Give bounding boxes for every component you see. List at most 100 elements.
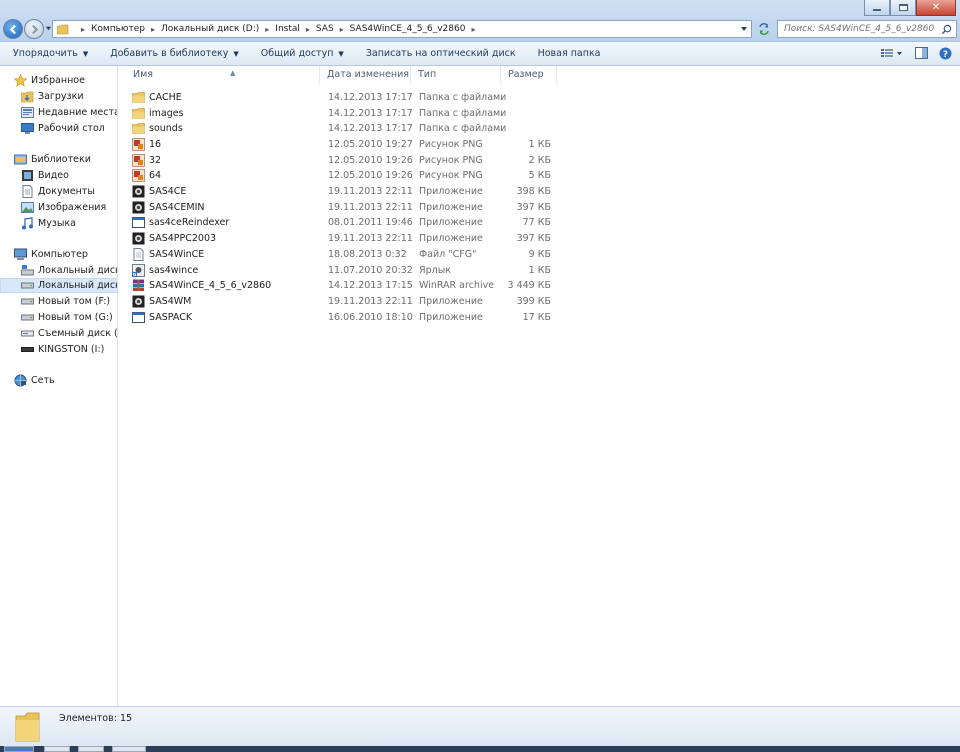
file-date: 18.08.2013 0:32 [328,248,407,260]
file-date: 12.05.2010 19:26 [328,154,413,166]
sidebar-item-drive-c[interactable]: Локальный диск (C [21,263,117,278]
help-icon: ? [939,47,951,60]
view-list-icon [881,49,902,57]
file-type: Рисунок PNG [419,170,483,182]
refresh-button[interactable] [755,20,773,38]
sidebar-item-drive-h[interactable]: Съемный диск (H:) [21,326,117,341]
sidebar-item-drive-i[interactable]: KINGSTON (I:) [21,342,104,357]
search-box[interactable] [777,20,957,38]
application-icon [132,232,145,245]
file-date: 19.11.2013 22:11 [328,233,413,245]
sidebar-item-drive-f[interactable]: Новый том (F:) [21,294,110,309]
file-name: SASPACK [149,311,193,323]
folder-icon [132,122,145,135]
burn-button[interactable]: Записать на оптический диск [353,42,525,66]
file-name-cell: CACHE [126,91,320,104]
details-pane: Элементов: 15 [0,706,960,746]
file-row[interactable]: 32 12.05.2010 19:26 Рисунок PNG 2 КБ [126,152,686,168]
file-size: 1 КБ [528,138,551,150]
share-menu[interactable]: Общий доступ ▼ [248,42,353,66]
breadcrumb-sas[interactable]: SAS [316,24,334,34]
sidebar-item-desktop[interactable]: Рабочий стол [21,121,105,136]
file-row[interactable]: SAS4WinCE_4_5_6_v2860 14.12.2013 17:15 W… [126,278,686,294]
new-folder-button[interactable]: Новая папка [525,42,610,66]
sidebar-computer[interactable]: Компьютер [14,247,88,262]
file-name: images [149,107,184,119]
file-row[interactable]: 16 12.05.2010 19:27 Рисунок PNG 1 КБ [126,137,686,153]
add-to-library-menu[interactable]: Добавить в библиотеку ▼ [97,42,248,66]
sidebar-item-documents[interactable]: Документы [21,184,95,199]
burn-label: Записать на оптический диск [365,48,516,59]
taskbar-button[interactable] [78,746,104,752]
taskbar-button[interactable] [44,746,70,752]
sidebar-item-music[interactable]: Музыка [21,216,76,231]
sidebar-label: Загрузки [38,91,84,102]
file-row[interactable]: images 14.12.2013 17:17 Папка с файлами [126,105,686,121]
sidebar-label: Библиотеки [31,154,91,165]
sidebar-item-recent-places[interactable]: Недавние места [21,105,117,120]
file-row[interactable]: 64 12.05.2010 19:26 Рисунок PNG 5 КБ [126,168,686,184]
breadcrumb-separator: ▸ [471,24,476,34]
sidebar-item-downloads[interactable]: Загрузки [21,89,84,104]
history-dropdown-icon[interactable] [45,25,52,32]
breadcrumb-instal[interactable]: Instal [275,24,300,34]
help-button[interactable]: ? [938,46,952,60]
file-row[interactable]: SAS4WM 19.11.2013 22:11 Приложение 399 К… [126,294,686,310]
file-size: 5 КБ [528,170,551,182]
column-type-label: Тип [418,69,437,80]
taskbar-button[interactable] [112,746,146,752]
file-row[interactable]: CACHE 14.12.2013 17:17 Папка с файлами [126,90,686,106]
breadcrumb-computer[interactable]: Компьютер [91,24,145,34]
close-icon: ✕ [931,1,941,13]
preview-pane-button[interactable] [914,46,928,60]
search-icon[interactable] [941,24,952,35]
downloads-folder-icon [21,90,34,103]
sidebar-item-video[interactable]: Видео [21,168,69,183]
back-button[interactable] [3,19,23,39]
file-row[interactable]: sas4ceReindexer 08.01.2011 19:46 Приложе… [126,215,686,231]
sidebar-libraries[interactable]: Библиотеки [14,152,91,167]
close-button[interactable]: ✕ [916,0,956,16]
breadcrumb-drive-d[interactable]: Локальный диск (D:) [161,24,259,34]
sidebar-item-drive-g[interactable]: Новый том (G:) [21,310,113,325]
address-dropdown-icon[interactable] [740,25,748,33]
file-row[interactable]: SAS4WinCE 18.08.2013 0:32 Файл "CFG" 9 К… [126,247,686,263]
sidebar-item-pictures[interactable]: Изображения [21,200,106,215]
view-options-button[interactable] [880,46,904,60]
breadcrumb-current-folder[interactable]: SAS4WinCE_4_5_6_v2860 [350,24,466,34]
refresh-icon [759,23,769,35]
file-date: 14.12.2013 17:17 [328,91,413,103]
file-row[interactable]: SAS4CEMIN 19.11.2013 22:11 Приложение 39… [126,199,686,215]
sidebar-favorites[interactable]: Избранное [14,73,85,88]
sidebar-label: Сеть [31,375,55,386]
music-library-icon [21,217,34,230]
search-input[interactable] [784,24,934,34]
file-row[interactable]: SAS4PPC2003 19.11.2013 22:11 Приложение … [126,231,686,247]
column-name[interactable]: Имя ▲ [126,66,320,84]
start-button[interactable] [4,746,34,752]
folder-icon [57,24,69,34]
file-row[interactable]: sounds 14.12.2013 17:17 Папка с файлами [126,121,686,137]
application-icon [132,295,145,308]
png-image-icon [132,138,145,151]
column-size[interactable]: Размер [501,66,557,84]
sidebar-item-drive-d[interactable]: Локальный диск (D [0,278,117,293]
file-row[interactable]: SASPACK 16.06.2010 18:10 Приложение 17 К… [126,309,686,325]
maximize-button[interactable] [890,0,916,16]
organize-menu[interactable]: Упорядочить ▼ [0,42,97,66]
column-name-label: Имя [133,69,153,80]
folder-icon [15,712,40,742]
file-row[interactable]: sas4wince 11.07.2010 20:32 Ярлык 1 КБ [126,262,686,278]
column-type[interactable]: Тип [411,66,501,84]
pictures-library-icon [21,201,34,214]
address-bar[interactable]: ▸ Компьютер ▸ Локальный диск (D:) ▸ Inst… [52,20,752,38]
breadcrumb-separator: ▸ [150,24,155,34]
forward-button[interactable] [24,19,44,39]
column-date[interactable]: Дата изменения [320,66,411,84]
sidebar-network[interactable]: Сеть [14,373,55,388]
file-row[interactable]: SAS4CE 19.11.2013 22:11 Приложение 398 К… [126,184,686,200]
minimize-button[interactable] [864,0,890,16]
removable-drive-icon [21,327,34,340]
share-label: Общий доступ [260,48,334,59]
png-image-icon [132,153,145,167]
